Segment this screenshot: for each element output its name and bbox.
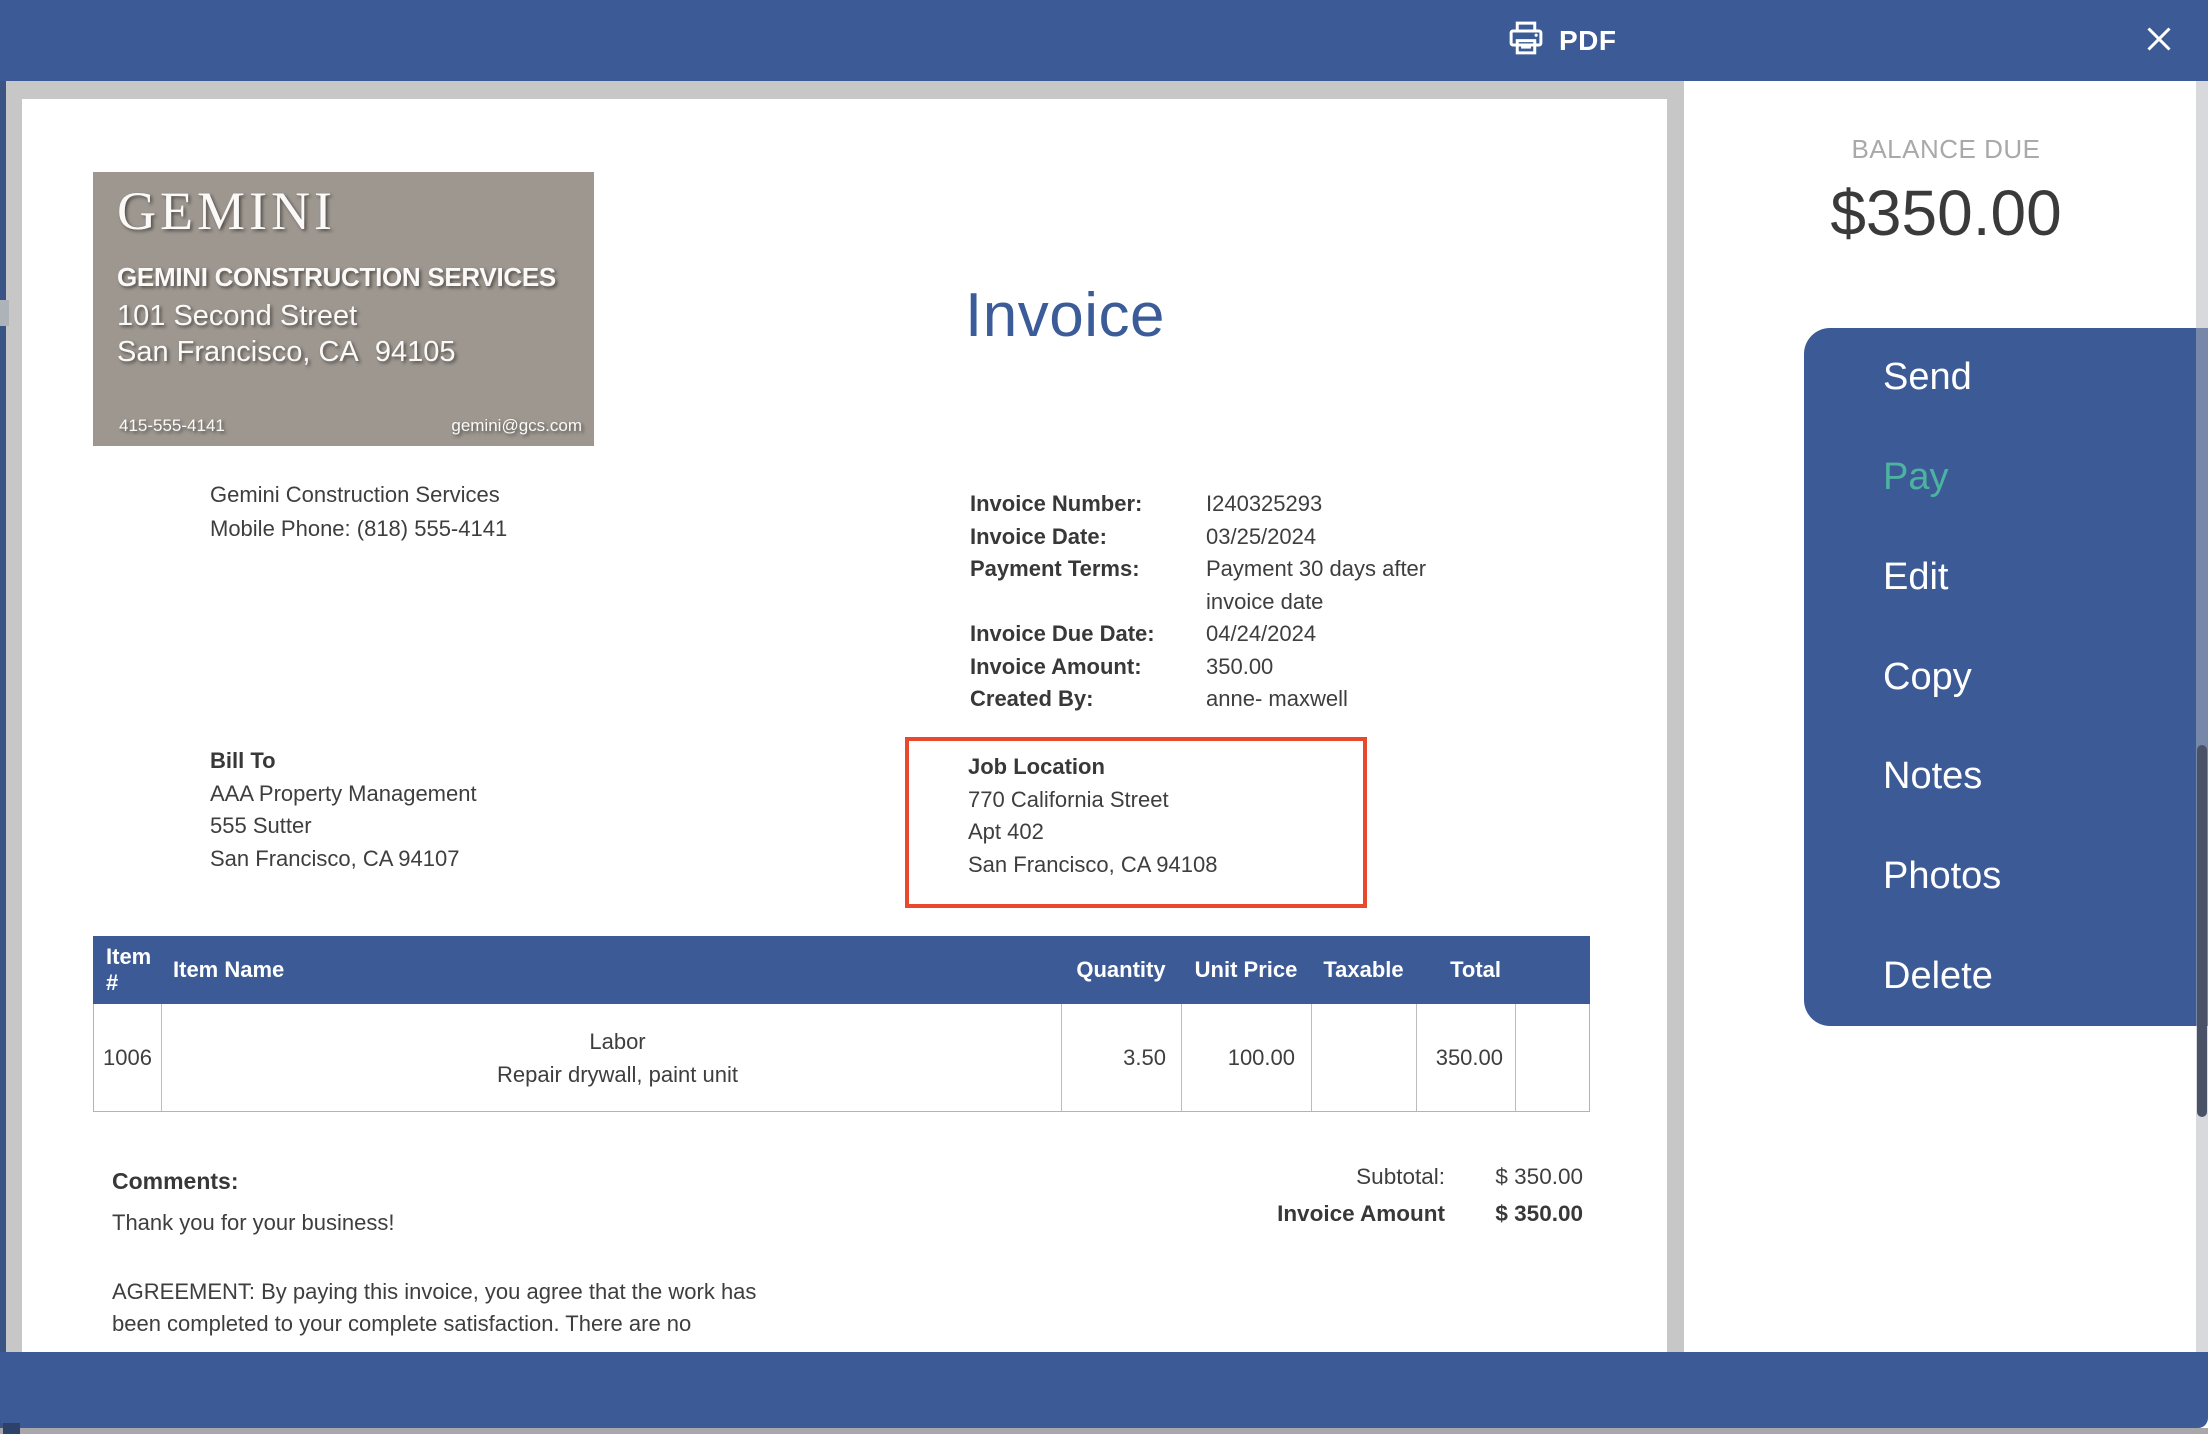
vendor-name: Gemini Construction Services — [210, 478, 507, 512]
menu-item-send[interactable]: Send — [1804, 328, 2208, 428]
meta-row-amount: Invoice Amount: 350.00 — [970, 651, 1530, 684]
col-header-item-number: Item # — [93, 936, 161, 1004]
col-header-unit-price: Unit Price — [1181, 936, 1311, 1004]
cell-item-number: 1006 — [94, 1004, 162, 1111]
menu-item-copy[interactable]: Copy — [1804, 627, 2208, 727]
balance-due-amount: $350.00 — [1684, 176, 2208, 250]
table-row: 1006 Labor Repair drywall, paint unit 3.… — [93, 1004, 1590, 1112]
modal-header: PDF — [0, 0, 2208, 81]
underlying-icon-fragment — [0, 300, 9, 326]
invoice-document: GEMINI GEMINI CONSTRUCTION SERVICES 101 … — [22, 99, 1667, 1352]
job-location-line: 770 California Street — [968, 784, 1363, 817]
vendor-info: Gemini Construction Services Mobile Phon… — [210, 478, 507, 546]
cell-item-name: Labor Repair drywall, paint unit — [162, 1004, 1062, 1111]
cell-quantity: 3.50 — [1062, 1004, 1182, 1111]
modal-footer — [0, 1352, 2208, 1428]
meta-row-invoice-date: Invoice Date: 03/25/2024 — [970, 521, 1530, 554]
col-header-item-name: Item Name — [161, 936, 1061, 1004]
menu-item-edit[interactable]: Edit — [1804, 527, 2208, 627]
vendor-phone: Mobile Phone: (818) 555-4141 — [210, 512, 507, 546]
underlying-sidebar-sliver — [0, 81, 6, 1434]
invoice-title: Invoice — [965, 280, 1165, 351]
cell-total: 350.00 — [1417, 1004, 1516, 1111]
bill-to-line: San Francisco, CA 94107 — [210, 843, 477, 876]
comments-text: Thank you for your business! — [112, 1210, 394, 1236]
job-location-line: San Francisco, CA 94108 — [968, 849, 1363, 882]
logo-company-name: GEMINI CONSTRUCTION SERVICES — [117, 262, 556, 293]
col-header-total: Total — [1416, 936, 1515, 1004]
pdf-label: PDF — [1559, 25, 1617, 57]
invoice-amount-row: Invoice Amount $ 350.00 — [1180, 1195, 1583, 1232]
table-header-row: Item # Item Name Quantity Unit Price Tax… — [93, 936, 1590, 1004]
close-button[interactable] — [2134, 16, 2184, 66]
cell-unit-price: 100.00 — [1182, 1004, 1312, 1111]
cell-spacer — [1516, 1004, 1589, 1111]
bottom-edge-strip — [0, 1428, 2208, 1434]
meta-row-created-by: Created By: anne- maxwell — [970, 683, 1530, 716]
balance-due-label: BALANCE DUE — [1684, 134, 2208, 165]
menu-item-delete[interactable]: Delete — [1804, 926, 2208, 1026]
logo-address-line1: 101 Second Street — [117, 300, 357, 333]
pdf-button[interactable]: PDF — [1505, 0, 1617, 81]
agreement-text: AGREEMENT: By paying this invoice, you a… — [112, 1276, 756, 1340]
close-icon — [2141, 21, 2177, 62]
comments-heading: Comments: — [112, 1168, 239, 1195]
job-location-heading: Job Location — [968, 751, 1363, 784]
line-items-table: Item # Item Name Quantity Unit Price Tax… — [93, 936, 1590, 1112]
menu-item-pay[interactable]: Pay — [1804, 428, 2208, 528]
scrollbar-thumb[interactable] — [2197, 745, 2207, 1117]
cell-taxable — [1312, 1004, 1417, 1111]
logo-address-line2: San Francisco, CA 94105 — [117, 336, 456, 369]
bill-to-line: 555 Sutter — [210, 810, 477, 843]
meta-row-invoice-number: Invoice Number: I240325293 — [970, 488, 1530, 521]
meta-row-payment-terms: Payment Terms: Payment 30 days afterinvo… — [970, 553, 1530, 618]
printer-icon — [1505, 17, 1547, 64]
bill-to-heading: Bill To — [210, 745, 477, 778]
job-location-line: Apt 402 — [968, 816, 1363, 849]
menu-item-photos[interactable]: Photos — [1804, 827, 2208, 927]
company-logo: GEMINI GEMINI CONSTRUCTION SERVICES 101 … — [93, 172, 594, 446]
scrollbar-track[interactable] — [2196, 81, 2208, 1352]
bill-to-line: AAA Property Management — [210, 778, 477, 811]
bill-to-block: Bill To AAA Property Management 555 Sutt… — [210, 745, 477, 875]
job-location-highlight: Job Location 770 California Street Apt 4… — [905, 737, 1367, 908]
bottom-left-fragment — [3, 1423, 20, 1434]
col-header-taxable: Taxable — [1311, 936, 1416, 1004]
invoice-meta: Invoice Number: I240325293 Invoice Date:… — [970, 488, 1530, 716]
action-menu: Send Pay Edit Copy Notes Photos Delete — [1804, 328, 2208, 1026]
logo-email: gemini@gcs.com — [451, 416, 582, 436]
subtotal-row: Subtotal: $ 350.00 — [1180, 1158, 1583, 1195]
meta-row-due-date: Invoice Due Date: 04/24/2024 — [970, 618, 1530, 651]
menu-item-notes[interactable]: Notes — [1804, 727, 2208, 827]
col-header-quantity: Quantity — [1061, 936, 1181, 1004]
col-header-spacer — [1515, 936, 1590, 1004]
totals-block: Subtotal: $ 350.00 Invoice Amount $ 350.… — [1180, 1158, 1583, 1232]
logo-phone: 415-555-4141 — [119, 416, 225, 436]
logo-brand-text: GEMINI — [117, 180, 336, 242]
